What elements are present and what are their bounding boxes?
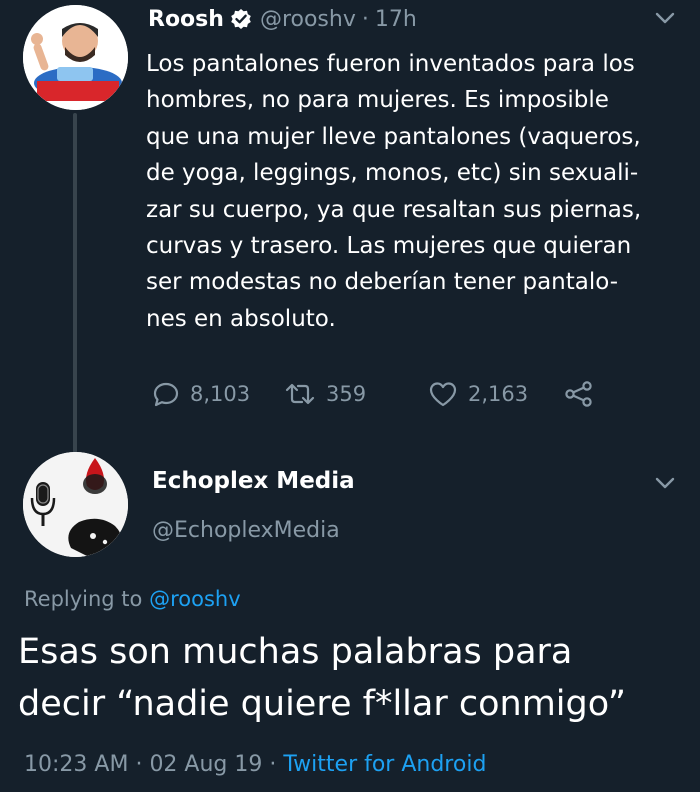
tweet-text-line: curvas y trasero. Las mujeres que quiera… bbox=[146, 233, 632, 260]
separator-dot: · bbox=[135, 752, 143, 777]
tweet-header: Roosh @rooshv · 17h bbox=[148, 3, 417, 35]
heart-icon bbox=[428, 380, 458, 408]
reply-text-line: Esas son muchas palabras para bbox=[18, 632, 573, 672]
chevron-down-icon[interactable] bbox=[654, 7, 676, 29]
reply-time[interactable]: 10:23 AM bbox=[24, 752, 128, 777]
reply-button[interactable]: 8,103 bbox=[152, 374, 250, 414]
tweet-text-line: ser modestas no deberían tener pantalo- bbox=[146, 269, 619, 296]
reply-text-line: decir “nadie quiere f*llar conmigo” bbox=[18, 684, 627, 724]
tweet-text-line: hombres, no para mujeres. Es imposible bbox=[146, 87, 609, 114]
reply-icon bbox=[152, 380, 180, 408]
tweet-time[interactable]: 17h bbox=[375, 7, 417, 32]
retweet-button[interactable]: 359 bbox=[284, 374, 366, 414]
thread-connector-line bbox=[73, 113, 77, 453]
tweet-text: Los pantalones fueron inventados para lo… bbox=[146, 46, 694, 337]
tweet-text-line: zar su cuerpo, ya que resaltan sus piern… bbox=[146, 196, 642, 223]
reply-author-avatar[interactable] bbox=[23, 452, 128, 557]
retweet-icon bbox=[284, 380, 316, 408]
tweet-text-line: que una mujer lleve pantalones (vaqueros… bbox=[146, 123, 641, 150]
reply-author-handle[interactable]: @EchoplexMedia bbox=[152, 518, 340, 543]
verified-badge-icon bbox=[230, 8, 252, 30]
tweet-text-line: Los pantalones fueron inventados para lo… bbox=[146, 51, 635, 77]
reply-source-link[interactable]: Twitter for Android bbox=[283, 752, 486, 777]
share-icon bbox=[564, 380, 594, 408]
like-count: 2,163 bbox=[468, 382, 529, 406]
author-avatar[interactable] bbox=[23, 5, 128, 110]
author-handle[interactable]: @rooshv bbox=[260, 7, 356, 32]
reply-count: 8,103 bbox=[190, 382, 251, 406]
separator-dot: · bbox=[269, 752, 277, 777]
tweet-text-line: de yoga, leggings, monos, etc) sin sexua… bbox=[146, 160, 639, 187]
replying-to: Replying to @rooshv bbox=[24, 587, 241, 611]
reply-text: Esas son muchas palabras para decir “nad… bbox=[18, 626, 696, 730]
author-name[interactable]: Roosh bbox=[148, 7, 224, 32]
chevron-down-icon[interactable] bbox=[654, 472, 676, 494]
reply-metadata: 10:23 AM · 02 Aug 19 · Twitter for Andro… bbox=[24, 752, 486, 777]
share-button[interactable] bbox=[564, 374, 594, 414]
reply-date[interactable]: 02 Aug 19 bbox=[149, 752, 262, 777]
replying-to-label: Replying to bbox=[24, 587, 143, 611]
separator-dot: · bbox=[361, 6, 369, 32]
reply-author-name[interactable]: Echoplex Media bbox=[152, 468, 355, 494]
tweet-text-line: nes en absoluto. bbox=[146, 305, 336, 332]
like-button[interactable]: 2,163 bbox=[428, 374, 528, 414]
replying-to-mention[interactable]: @rooshv bbox=[149, 587, 241, 611]
retweet-count: 359 bbox=[326, 382, 367, 406]
